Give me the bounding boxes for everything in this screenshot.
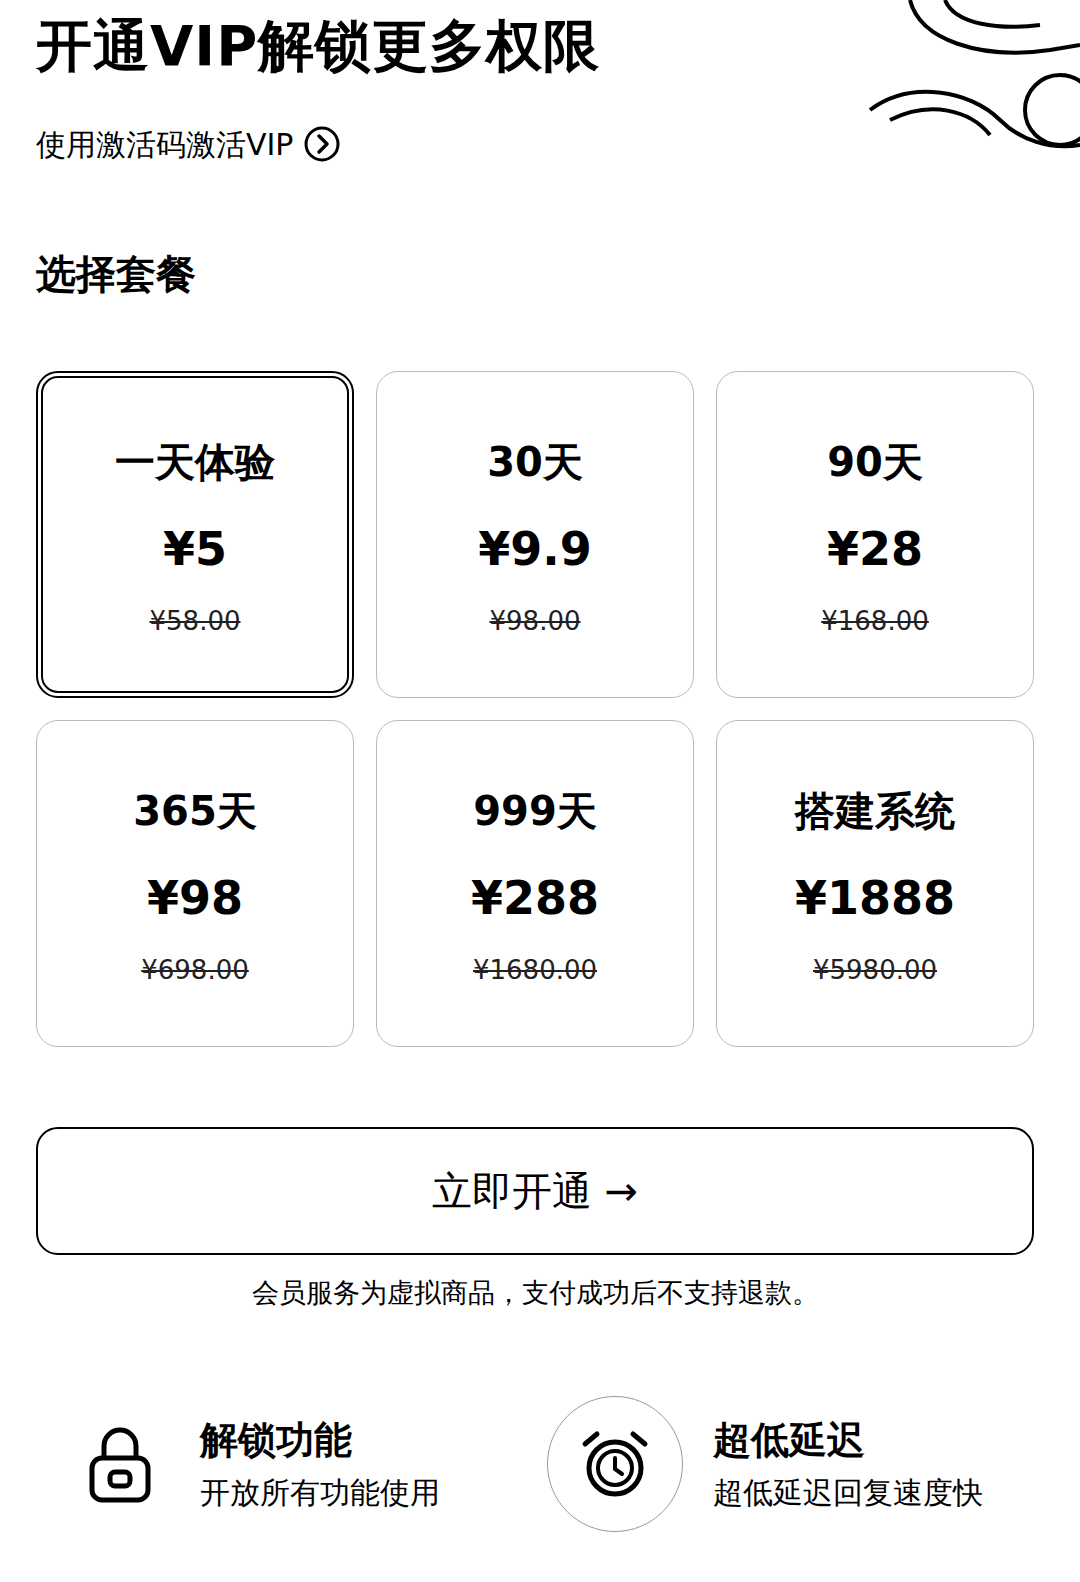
page-title: 开通VIP解锁更多权限: [36, 10, 1034, 83]
plan-card[interactable]: 999天 ¥288 ¥1680.00: [376, 720, 694, 1047]
plan-label: 365天: [45, 783, 345, 839]
plan-original-price: ¥58.00: [51, 604, 339, 638]
alarm-icon-box: [547, 1396, 683, 1532]
feature-text: 超低延迟超低延迟回复速度快: [713, 1416, 983, 1512]
plan-original-price: ¥168.00: [725, 604, 1025, 638]
plan-card[interactable]: 30天 ¥9.9 ¥98.00: [376, 371, 694, 698]
feature-item: 超低延迟超低延迟回复速度快: [535, 1396, 1034, 1532]
feature-item: 解锁功能开放所有功能使用: [36, 1396, 535, 1532]
plan-original-price: ¥5980.00: [725, 953, 1025, 987]
plan-original-price: ¥98.00: [385, 604, 685, 638]
plan-original-price: ¥698.00: [45, 953, 345, 987]
plan-price: ¥28: [725, 519, 1025, 579]
chevron-right-icon: [303, 125, 341, 163]
decoration-icon: [850, 0, 1080, 175]
plan-label: 一天体验: [51, 434, 339, 490]
plan-label: 搭建系统: [725, 783, 1025, 839]
feature-title: 超低延迟: [713, 1416, 983, 1465]
feature-description: 超低延迟回复速度快: [713, 1473, 983, 1512]
plan-price: ¥288: [385, 868, 685, 928]
alarm-clock-icon: [577, 1426, 653, 1502]
section-title: 选择套餐: [36, 248, 1034, 300]
plan-card[interactable]: 90天 ¥28 ¥168.00: [716, 371, 1034, 698]
plan-card[interactable]: 搭建系统 ¥1888 ¥5980.00: [716, 720, 1034, 1047]
plan-card[interactable]: 365天 ¥98 ¥698.00: [36, 720, 354, 1047]
plan-price: ¥98: [45, 868, 345, 928]
activation-link[interactable]: 使用激活码激活VIP: [36, 125, 341, 164]
plan-label: 30天: [385, 434, 685, 490]
lock-icon-box: [70, 1414, 170, 1514]
lock-icon: [88, 1424, 152, 1504]
feature-text: 解锁功能开放所有功能使用: [200, 1416, 440, 1512]
plan-price: ¥9.9: [385, 519, 685, 579]
plan-label: 90天: [725, 434, 1025, 490]
plan-label: 999天: [385, 783, 685, 839]
feature-title: 解锁功能: [200, 1416, 440, 1465]
plan-price: ¥5: [51, 519, 339, 579]
submit-button[interactable]: 立即开通 →: [36, 1127, 1034, 1255]
plan-original-price: ¥1680.00: [385, 953, 685, 987]
plan-card[interactable]: 一天体验 ¥5 ¥58.00: [36, 371, 354, 698]
vip-page: 开通VIP解锁更多权限使用激活码激活VIP 选择套餐一天体验 ¥5 ¥58.00 30天…: [0, 10, 1080, 1532]
plan-grid: 一天体验 ¥5 ¥58.00 30天 ¥9.9 ¥98.00 90天 ¥28 ¥168.00 36…: [36, 371, 1034, 1047]
plan-price: ¥1888: [725, 868, 1025, 928]
feature-description: 开放所有功能使用: [200, 1473, 440, 1512]
refund-notice: 会员服务为虚拟商品，支付成功后不支持退款。: [36, 1275, 1034, 1311]
activation-text[interactable]: 使用激活码激活VIP: [36, 125, 293, 164]
feature-list: 解锁功能开放所有功能使用 超低延迟超低延迟回复速度快: [36, 1396, 1034, 1532]
